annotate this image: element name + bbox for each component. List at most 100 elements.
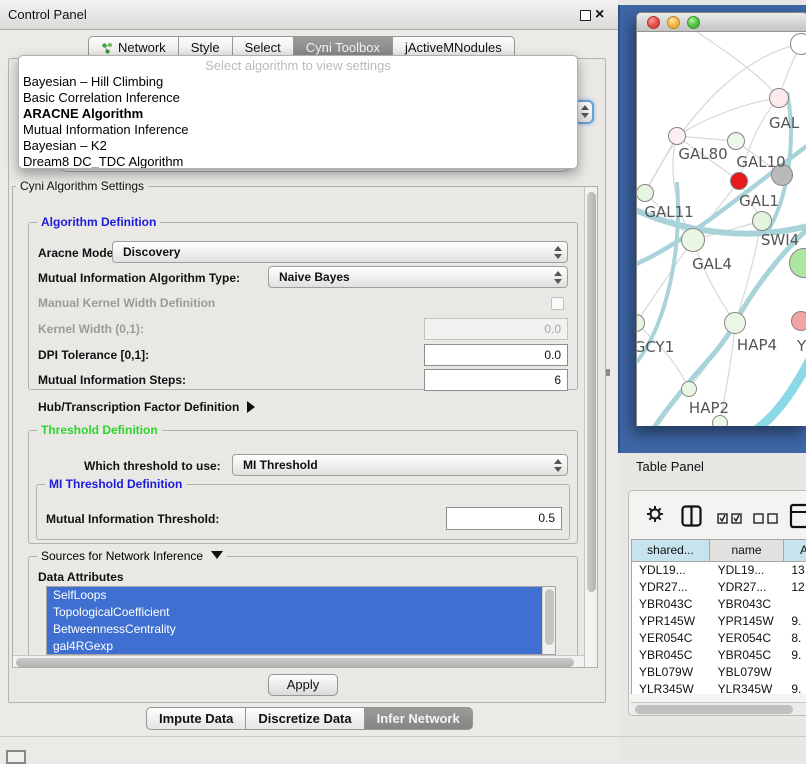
node[interactable] [790,33,806,55]
table-row[interactable]: YDR27...YDR27...12 [632,579,806,596]
table-row[interactable]: YDL19...YDL19...13 [632,562,806,579]
attribute-item[interactable]: BetweennessCentrality [47,621,555,638]
table-row[interactable]: YPR145WYPR145W9. [632,613,806,630]
table-row[interactable]: YBR045CYBR045C9. [632,647,806,664]
column-layout-icon[interactable] [681,505,702,527]
sources-toggle[interactable]: Sources for Network Inference [37,549,227,564]
kernel-width-label: Kernel Width (0,1): [38,322,144,336]
zoom-traffic-light[interactable] [687,16,700,29]
manual-kernel-checkbox[interactable] [551,297,564,310]
table-icon[interactable] [789,503,806,529]
table-cell: 9. [784,681,806,694]
table-cell: YDR27... [711,579,785,596]
data-attributes-list: SelfLoopsTopologicalCoefficientBetweenne… [46,586,556,655]
algorithm-option[interactable]: Bayesian – K2 [23,138,107,154]
node-gal4[interactable] [681,228,705,252]
table-cell: YER054C [632,630,711,647]
node-salmon[interactable] [791,311,806,331]
scrollbar-thumb[interactable] [635,705,793,714]
which-threshold-combo[interactable]: MI Threshold [232,454,568,476]
attribute-item[interactable]: TopologicalCoefficient [47,604,555,621]
sources-title: Sources for Network Inference [41,549,203,563]
settings-horizontal-scrollbar[interactable] [13,655,584,668]
float-icon[interactable] [580,10,591,21]
aracne-mode-label: Aracne Mode: [38,246,117,260]
node-label: GAL11 [644,203,693,221]
combo-value: MI Threshold [243,458,318,472]
node-label: SWI4 [761,231,799,249]
network-canvas[interactable]: GALGAL80GAL10GAL1SWI4GAL11GAL4GCY1HAP4YH… [637,32,806,426]
data-attributes-label: Data Attributes [38,570,124,584]
column-header[interactable]: name [710,539,784,562]
algorithm-option[interactable]: Bayesian – Hill Climbing [23,74,163,90]
attr-items: SelfLoopsTopologicalCoefficientBetweenne… [47,587,555,655]
minimize-traffic-light[interactable] [667,16,680,29]
node-red[interactable] [730,172,748,190]
apply-button[interactable]: Apply [268,674,338,696]
table-row[interactable]: YBR043CYBR043C [632,596,806,613]
panel-splitter[interactable] [606,369,610,376]
tab-label: Discretize Data [258,708,351,729]
table-row[interactable]: YBL079WYBL079W [632,664,806,681]
combo-arrows-icon [554,459,561,473]
list-scrollbar[interactable] [542,587,555,654]
tab-infer-network[interactable]: Infer Network [365,707,473,730]
table-row[interactable]: YER054CYER054C8. [632,630,806,647]
table-cell: YPR145W [632,613,711,630]
gear-icon[interactable] [646,505,664,523]
scrollbar-thumb[interactable] [545,589,554,645]
dpi-tolerance-field[interactable]: 0.0 [424,344,568,366]
node-hap2[interactable] [681,381,697,397]
mi-threshold-field[interactable]: 0.5 [446,507,562,530]
mi-threshold-label: Mutual Information Threshold: [46,512,219,526]
combo-arrows-icon [554,246,561,260]
kernel-width-field[interactable]: 0.0 [424,318,568,340]
hub-section-toggle[interactable]: Hub/Transcription Factor Definition [38,400,255,414]
table-horizontal-scrollbar[interactable] [631,702,806,715]
table-panel-title: Table Panel [636,459,704,474]
settings-scroll-area: Algorithm Definition Aracne Mode: Discov… [12,186,598,668]
network-window[interactable]: GALGAL80GAL10GAL1SWI4GAL11GAL4GCY1HAP4YH… [636,12,806,426]
tab-impute-data[interactable]: Impute Data [146,707,246,730]
node-label: HAP2 [689,399,729,417]
which-threshold-label: Which threshold to use: [84,459,221,473]
deselect-all-icon[interactable] [753,513,779,524]
hub-section-label: Hub/Transcription Factor Definition [38,400,239,414]
node-pink[interactable] [769,88,789,108]
mi-type-combo[interactable]: Naive Bayes [268,266,568,288]
attribute-item[interactable]: SelfLoops [47,587,555,604]
table-cell: YBL079W [632,664,711,681]
panel-title: Control Panel [8,0,87,30]
table-cell: YDL19... [632,562,711,579]
mi-type-label: Mutual Information Algorithm Type: [38,271,240,285]
window-bottom-edge [0,736,806,737]
close-traffic-light[interactable] [647,16,660,29]
scrollbar-thumb[interactable] [16,658,574,667]
column-header[interactable]: shared... [631,539,710,562]
node-hap4[interactable] [724,312,746,334]
expand-down-icon [211,551,223,559]
node-gal10[interactable] [727,132,745,150]
algorithm-option[interactable]: Mutual Information Inference [23,122,188,138]
table-cell: YER054C [711,630,785,647]
network-window-titlebar[interactable] [637,13,806,32]
node-swi4[interactable] [752,211,772,231]
settings-vertical-scrollbar[interactable] [584,187,598,668]
table-cell: 9. [784,647,806,664]
algorithm-option[interactable]: ARACNE Algorithm [23,106,143,122]
close-icon[interactable]: × [595,4,604,26]
scrollbar-thumb[interactable] [587,192,596,592]
tab-label: Infer Network [377,708,460,729]
select-all-icon[interactable] [717,513,743,524]
table-cell: YBL079W [711,664,785,681]
aracne-mode-combo[interactable]: Discovery [112,241,568,263]
algorithm-option[interactable]: Basic Correlation Inference [23,90,180,106]
table-row[interactable]: YLR345WYLR345W9. [632,681,806,694]
table-cell: YBR045C [632,647,711,664]
attribute-item[interactable]: gal4RGexp [47,638,555,655]
tab-discretize-data[interactable]: Discretize Data [246,707,364,730]
algorithm-option[interactable]: Dream8 DC_TDC Algorithm [23,154,183,169]
column-header[interactable]: A [784,539,806,562]
node-gal80[interactable] [668,127,686,145]
mi-steps-field[interactable]: 6 [424,369,568,391]
